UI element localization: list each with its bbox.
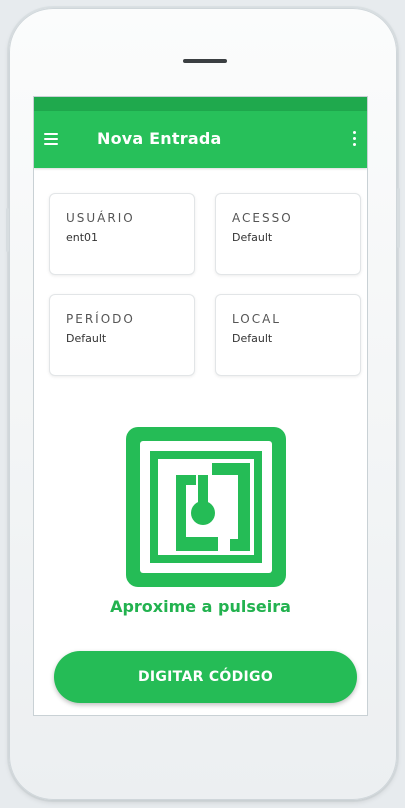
nfc-icon	[126, 427, 286, 587]
card-label: PERÍODO	[66, 312, 135, 326]
card-label: USUÁRIO	[66, 211, 135, 225]
app-bar: Nova Entrada	[34, 111, 367, 168]
card-acesso[interactable]: ACESSO Default	[215, 193, 361, 275]
card-periodo[interactable]: PERÍODO Default	[49, 294, 195, 376]
card-value: Default	[232, 332, 273, 345]
hamburger-menu-icon[interactable]	[44, 133, 58, 145]
app-screen: Nova Entrada USUÁRIO ent01 ACESSO Defaul…	[34, 97, 367, 715]
card-value: ent01	[66, 231, 99, 244]
phone-speaker	[183, 59, 227, 63]
card-label: ACESSO	[232, 211, 293, 225]
card-value: Default	[232, 231, 273, 244]
status-bar	[34, 97, 367, 111]
card-label: LOCAL	[232, 312, 281, 326]
volume-button	[6, 208, 9, 252]
card-usuario[interactable]: USUÁRIO ent01	[49, 193, 195, 275]
card-value: Default	[66, 332, 107, 345]
page-title: Nova Entrada	[97, 129, 222, 148]
nfc-prompt: Aproxime a pulseira	[110, 597, 291, 616]
more-vertical-icon[interactable]	[352, 131, 356, 147]
card-local[interactable]: LOCAL Default	[215, 294, 361, 376]
power-button	[397, 188, 400, 248]
type-code-button[interactable]: DIGITAR CÓDIGO	[54, 651, 357, 703]
